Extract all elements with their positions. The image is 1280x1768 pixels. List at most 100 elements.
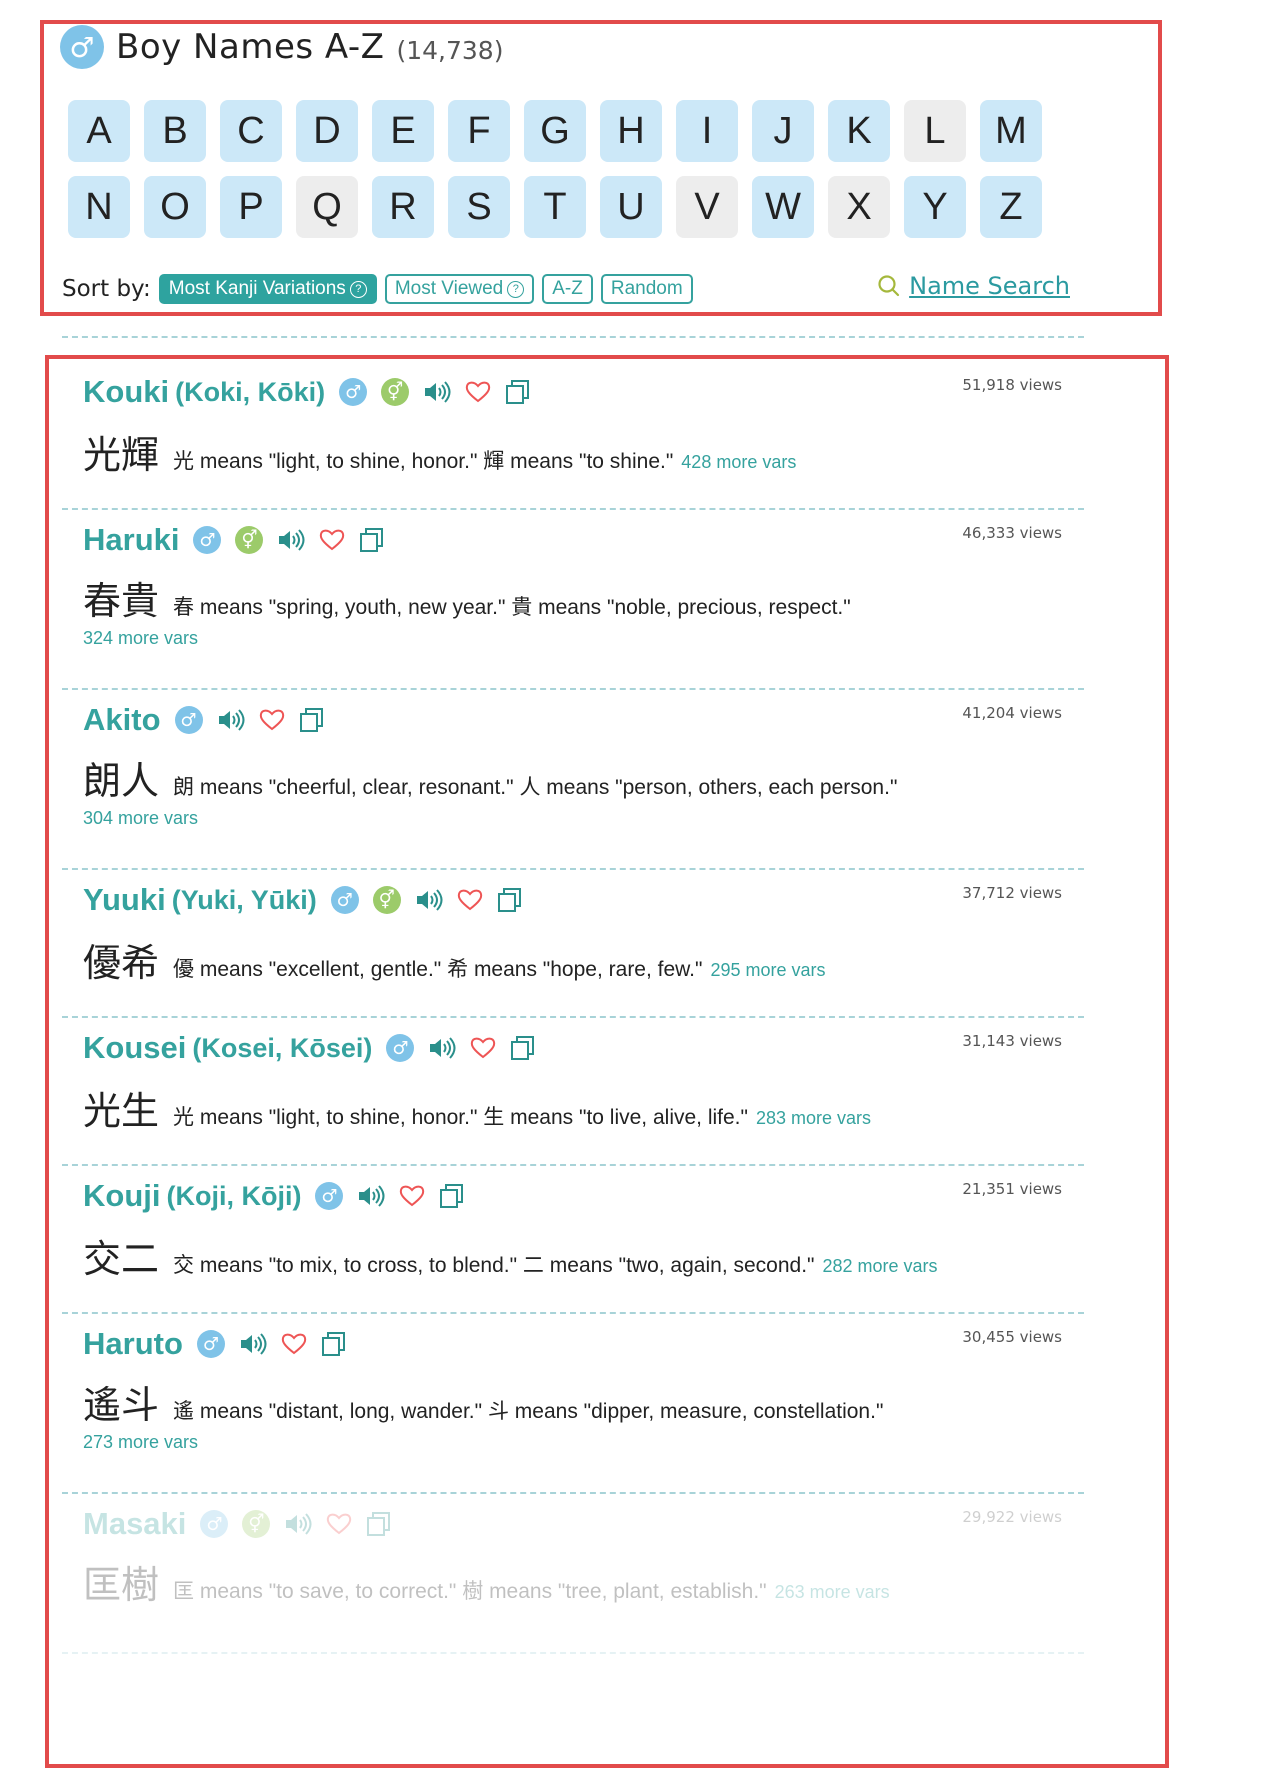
letter-button-r[interactable]: R [372,176,434,238]
copy-icon[interactable] [359,527,385,553]
name-entry: Akito ♂ 41,204 views 朗人朗 means "cheerful, c… [62,690,1084,870]
view-count: 21,351 views [962,1180,1062,1198]
copy-icon[interactable] [321,1331,347,1357]
more-variations-link[interactable]: 295 more vars [710,960,825,981]
letter-button-h[interactable]: H [600,100,662,162]
speaker-icon[interactable] [277,528,305,552]
name-romaji-link[interactable]: Haruki [83,522,179,558]
letter-button-u[interactable]: U [600,176,662,238]
unisex-symbol-icon: ⚥ [235,526,264,554]
letter-button-d[interactable]: D [296,100,358,162]
sort-random-button[interactable]: Random [600,274,693,304]
letter-button-w[interactable]: W [752,176,814,238]
heart-icon[interactable] [326,1512,352,1536]
copy-icon[interactable] [510,1035,536,1061]
letter-button-n[interactable]: N [68,176,130,238]
sort-label: Sort by: [62,276,151,302]
help-icon[interactable]: ? [507,280,525,298]
kanji-char: 輝 [483,449,505,473]
meaning-text: 交 means "to mix, to cross, to blend." 二 … [173,1249,814,1279]
sort-most-viewed-button[interactable]: Most Viewed ? [384,274,535,304]
more-variations-link[interactable]: 428 more vars [681,452,796,473]
name-romaji-link[interactable]: Kousei [83,1030,186,1066]
letter-button-k[interactable]: K [828,100,890,162]
name-alternates: (Yuki, Yūki) [171,884,317,915]
name-search-link[interactable]: Name Search [877,272,1070,300]
letter-button-g[interactable]: G [524,100,586,162]
more-variations-link[interactable]: 263 more vars [775,1582,890,1603]
speaker-icon[interactable] [217,708,245,732]
letter-button-z[interactable]: Z [980,176,1042,238]
kanji: 匡樹 [83,1563,160,1607]
kanji-char: 光 [173,449,195,473]
more-variations-link[interactable]: 324 more vars [83,628,198,649]
view-count: 29,922 views [962,1508,1062,1526]
speaker-icon[interactable] [415,888,443,912]
name-romaji-link[interactable]: Haruto [83,1326,183,1362]
letter-button-i[interactable]: I [676,100,738,162]
copy-icon[interactable] [505,379,531,405]
kanji: 優希 [83,941,160,985]
heart-icon[interactable] [399,1184,425,1208]
heart-icon[interactable] [259,708,285,732]
letter-button-c[interactable]: C [220,100,282,162]
heart-icon[interactable] [457,888,483,912]
kanji-char: 二 [522,1253,544,1277]
name-list: Kouki (Koki, Kōki) ♂ ⚥ 51,918 views 光輝光 means… [62,362,1084,1654]
sort-most-kanji-variations-button[interactable]: Most Kanji Variations ? [158,274,377,304]
letter-button-m[interactable]: M [980,100,1042,162]
letter-button-t[interactable]: T [524,176,586,238]
name-romaji-link[interactable]: Kouji [83,1178,161,1214]
speaker-icon[interactable] [239,1332,267,1356]
meaning-text: 優 means "excellent, gentle." 希 means "ho… [173,953,702,983]
kanji-char: 人 [519,775,541,799]
more-variations-link[interactable]: 273 more vars [83,1432,198,1453]
entry-header: Yuuki (Yuki, Yūki) ♂ ⚥ [83,878,523,922]
letter-button-s[interactable]: S [448,176,510,238]
letter-button-p[interactable]: P [220,176,282,238]
copy-icon[interactable] [439,1183,465,1209]
more-variations-link[interactable]: 283 more vars [756,1108,871,1129]
letter-button-l[interactable]: L [904,100,966,162]
letter-button-e[interactable]: E [372,100,434,162]
kanji-meaning: means "to shine." [510,450,674,473]
kanji-meaning: means "two, again, second." [549,1254,815,1277]
entry-header: Haruto ♂ [83,1322,347,1366]
sort-option-label: Most Kanji Variations [168,278,346,299]
heart-icon[interactable] [281,1332,307,1356]
more-variations-link[interactable]: 304 more vars [83,808,198,829]
heart-icon[interactable] [470,1036,496,1060]
letter-button-y[interactable]: Y [904,176,966,238]
name-romaji-link[interactable]: Yuuki [83,882,166,918]
speaker-icon[interactable] [357,1184,385,1208]
letter-button-j[interactable]: J [752,100,814,162]
name-count: (14,738) [396,35,504,65]
speaker-icon[interactable] [284,1512,312,1536]
letter-button-b[interactable]: B [144,100,206,162]
speaker-icon[interactable] [428,1036,456,1060]
name-romaji-link[interactable]: Kouki [83,374,169,410]
heart-icon[interactable] [319,528,345,552]
letter-button-f[interactable]: F [448,100,510,162]
more-variations-link[interactable]: 282 more vars [823,1256,938,1277]
meaning-text: 遙 means "distant, long, wander." 斗 means… [173,1395,883,1425]
copy-icon[interactable] [497,887,523,913]
heart-icon[interactable] [465,380,491,404]
name-romaji-link[interactable]: Masaki [83,1506,186,1542]
name-romaji-link[interactable]: Akito [83,702,161,738]
speaker-icon[interactable] [423,380,451,404]
name-entry: Masaki ♂ ⚥ 29,922 views 匡樹匡 means "to save, … [62,1494,1084,1654]
meaning-row: 光生光 means "light, to shine, honor." 生 me… [83,1080,1083,1135]
male-symbol-icon: ♂ [386,1034,415,1062]
copy-icon[interactable] [299,707,325,733]
sort-a-z-button[interactable]: A-Z [542,274,593,304]
letter-button-x[interactable]: X [828,176,890,238]
letter-button-a[interactable]: A [68,100,130,162]
kanji: 遙斗 [83,1383,160,1427]
kanji-char: 朗 [173,775,195,799]
letter-button-o[interactable]: O [144,176,206,238]
letter-button-v[interactable]: V [676,176,738,238]
help-icon[interactable]: ? [349,280,367,298]
letter-button-q[interactable]: Q [296,176,358,238]
copy-icon[interactable] [366,1511,392,1537]
